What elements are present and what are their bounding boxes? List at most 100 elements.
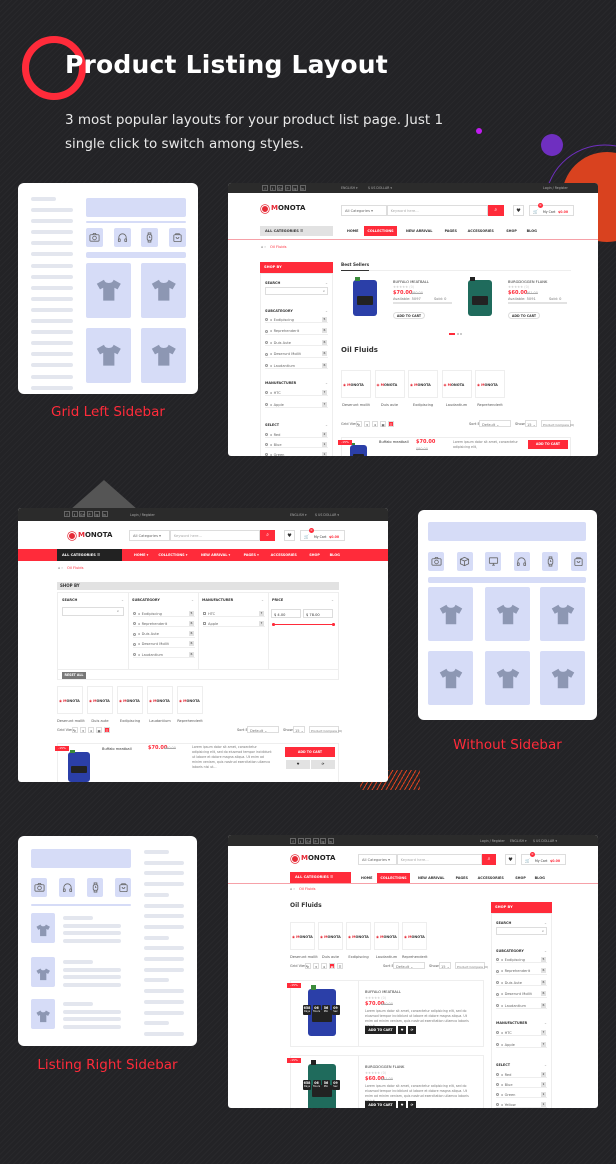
filter-option-label[interactable]: Apple <box>208 622 218 626</box>
slider-dot[interactable] <box>457 333 459 335</box>
currency-select[interactable]: $ US DOLLAR ▾ <box>315 513 339 517</box>
social-icon-t[interactable]: t <box>269 185 276 191</box>
filter-option-label[interactable]: ▫ Laudantium <box>138 653 163 657</box>
language-select[interactable]: ENGLISH ▾ <box>341 186 358 190</box>
compare-button[interactable]: ⟳ <box>408 1101 416 1108</box>
brand-label[interactable]: Duis aute <box>87 719 113 723</box>
category-select[interactable]: All Categories ▾ <box>358 854 397 865</box>
list-view-button[interactable]: ☰ <box>388 421 394 427</box>
product-name[interactable]: Buffalo meatball <box>102 747 132 751</box>
filter-checkbox[interactable] <box>265 318 268 321</box>
social-icon-f[interactable]: f <box>64 511 70 517</box>
grid-option-3[interactable]: 3 <box>313 963 319 969</box>
wishlist-button[interactable]: ♥ <box>398 1026 406 1034</box>
show-select[interactable]: 15 ⌄ <box>525 420 537 427</box>
filter-option-label[interactable]: ▫ Deserunt Mollit <box>270 352 301 356</box>
filter-option-label[interactable]: ▫ Laudantium <box>501 1004 526 1008</box>
nav-item-pages[interactable]: PAGES ▾ <box>241 550 262 560</box>
filter-checkbox[interactable] <box>265 364 268 367</box>
brand-tile[interactable]: ◉ MONOTA <box>318 922 343 950</box>
grid-option-2[interactable]: 2 <box>356 421 362 427</box>
filter-checkbox[interactable] <box>133 642 136 646</box>
filter-option-label[interactable]: ▫ Exdipiscing <box>270 318 294 322</box>
filter-checkbox[interactable] <box>265 391 268 394</box>
search-button[interactable]: ⌕ <box>482 854 496 865</box>
brand-label[interactable]: Exdipiscing <box>117 719 143 723</box>
price-slider-track[interactable] <box>273 624 333 625</box>
filter-checkbox[interactable] <box>265 433 268 436</box>
product-name[interactable]: BURGDOGGEN FLANK <box>508 280 547 284</box>
social-icon-t[interactable]: t <box>71 511 78 517</box>
show-select[interactable]: 15 ⌄ <box>293 726 305 733</box>
nav-item-collections[interactable]: COLLECTIONS <box>377 873 410 883</box>
filter-checkbox[interactable] <box>265 341 268 344</box>
login-link[interactable]: Login / Register <box>130 513 155 517</box>
social-icon-G+[interactable]: G+ <box>277 185 283 191</box>
brand-tile[interactable]: ◉ MONOTA <box>374 370 405 398</box>
add-to-cart-button[interactable]: ADD TO CART <box>528 440 568 449</box>
filter-option-label[interactable]: ▫ Red <box>270 433 280 437</box>
nav-item-pages[interactable]: PAGES <box>453 873 471 883</box>
nav-item-home[interactable]: HOME ▾ <box>131 550 151 560</box>
filter-option-label[interactable]: ▫ Blue <box>270 443 282 447</box>
filter-checkbox[interactable] <box>496 958 499 961</box>
product-name[interactable]: BURGDOGGEN FLANK <box>365 1065 404 1069</box>
filter-option-label[interactable]: ▫ Duis Aute <box>270 341 291 345</box>
nav-item-new-arrival[interactable]: NEW ARRIVAL <box>415 873 447 883</box>
filter-option-label[interactable]: ▫ Blue <box>501 1083 513 1087</box>
price-slider-handle[interactable] <box>272 623 275 626</box>
nav-item-accessories[interactable]: ACCESSORIES <box>475 873 507 883</box>
grid-view-button[interactable]: ▦ <box>380 421 386 427</box>
add-to-cart-button[interactable]: ADD TO CART <box>365 1026 396 1034</box>
all-categories-button[interactable]: ALL CATEGORIES ☰ <box>260 226 333 236</box>
nav-item-new-arrival[interactable]: NEW ARRIVAL <box>403 226 435 236</box>
add-to-cart-button[interactable]: ADD TO CART <box>508 312 540 319</box>
wishlist-button[interactable]: ♥ <box>505 854 516 865</box>
filter-option-label[interactable]: ▫ Green <box>270 453 284 457</box>
filter-option-label[interactable]: ▫ Reprehenderit <box>270 329 299 333</box>
add-to-cart-button[interactable]: ADD TO CART <box>393 312 425 319</box>
social-icon-P[interactable]: P <box>312 837 319 844</box>
filter-option-label[interactable]: ▫ Reprehenderit <box>501 969 530 973</box>
wishlist-button[interactable]: ♥ <box>513 205 524 216</box>
brand-tile[interactable]: ◉ MONOTA <box>346 922 371 950</box>
filter-option-label[interactable]: ▫ HTC <box>270 391 281 395</box>
brand-tile[interactable]: ◉ MONOTA <box>177 686 203 714</box>
language-select[interactable]: ENGLISH ▾ <box>290 513 307 517</box>
sidebar-search-input[interactable] <box>265 287 328 295</box>
social-icon-ig[interactable]: ig <box>320 837 326 844</box>
product-compare-button[interactable]: Product Compare (0) <box>455 962 488 969</box>
brand-tile[interactable]: ◉ MONOTA <box>441 370 472 398</box>
brand-tile[interactable]: ◉ MONOTA <box>117 686 143 714</box>
price-to-input[interactable]: $ 78.00 <box>303 609 333 618</box>
product-name[interactable]: BUFFALO MEATBALL <box>365 990 401 994</box>
grid-option-3[interactable]: 3 <box>364 421 370 427</box>
filter-option-label[interactable]: ▫ Red <box>501 1073 511 1077</box>
grid-option-4[interactable]: 4 <box>372 421 378 427</box>
brand-tile[interactable]: ◉ MONOTA <box>408 370 438 398</box>
brand-tile[interactable]: ◉ MONOTA <box>290 922 315 950</box>
slider-dot[interactable] <box>460 333 462 335</box>
filter-checkbox[interactable] <box>496 1073 499 1076</box>
filter-checkbox[interactable] <box>133 612 136 615</box>
search-button[interactable]: ⌕ <box>260 530 275 541</box>
grid-option-4[interactable]: 4 <box>321 963 327 969</box>
product-compare-button[interactable]: Product Compare (0) <box>541 420 574 427</box>
breadcrumb-current[interactable]: Oil Fluids <box>270 245 286 249</box>
filter-checkbox[interactable] <box>496 981 499 984</box>
social-icon-in[interactable]: in <box>299 185 306 191</box>
all-categories-button[interactable]: ALL CATEGORIES ☰ <box>57 549 122 561</box>
breadcrumb-current[interactable]: Oil Fluids <box>299 887 315 891</box>
filter-search-input[interactable] <box>62 607 124 616</box>
nav-item-pages[interactable]: PAGES <box>442 226 460 236</box>
nav-item-accessories[interactable]: ACCESSORIES <box>268 550 300 560</box>
reset-all-button[interactable]: RESET ALL <box>62 672 86 679</box>
nav-item-blog[interactable]: BLOG <box>532 873 548 883</box>
sort-select[interactable]: Default ⌄ <box>247 726 279 733</box>
filter-option-label[interactable]: ▫ Laudantium <box>270 364 295 368</box>
wishlist-button[interactable]: ♥ <box>284 530 295 541</box>
compare-button[interactable]: ⟳ <box>408 1026 416 1034</box>
filter-option-label[interactable]: ▫ Reprehenderit <box>138 622 167 626</box>
product-compare-button[interactable]: Product Compare (0) <box>309 726 342 733</box>
brand-tile[interactable]: ◉ MONOTA <box>475 370 505 398</box>
